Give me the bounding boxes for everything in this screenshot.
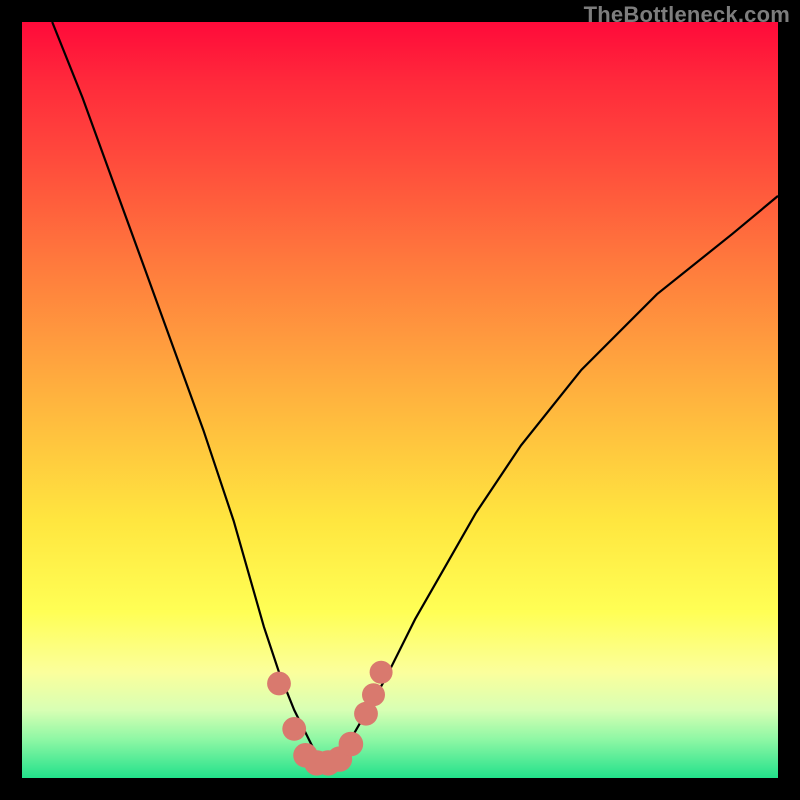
chart-svg [22, 22, 778, 778]
highlight-dot [354, 702, 378, 726]
highlight-dot [304, 750, 329, 775]
highlight-dot [293, 743, 318, 768]
highlight-dot [362, 683, 385, 706]
highlight-dot [282, 717, 306, 741]
highlight-dot [339, 732, 364, 757]
chart-area [22, 22, 778, 778]
highlight-dot [316, 750, 341, 775]
highlight-dot [370, 661, 393, 684]
highlight-dot [267, 672, 291, 696]
bottleneck-curve [52, 22, 778, 763]
highlight-dots [267, 661, 393, 776]
watermark-text: TheBottleneck.com [584, 2, 790, 28]
highlight-dot [327, 746, 352, 771]
